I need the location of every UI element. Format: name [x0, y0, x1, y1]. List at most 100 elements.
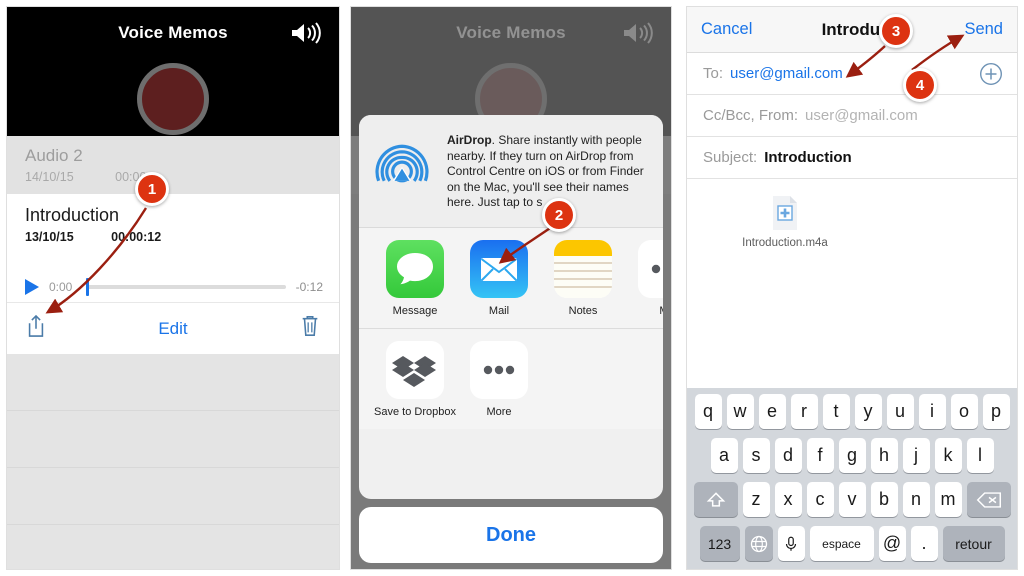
key-z[interactable]: z	[742, 482, 770, 517]
mail-attachment[interactable]: Introduction.m4a	[735, 195, 835, 249]
share-sheet: AirDrop. Share instantly with people nea…	[359, 115, 663, 563]
key-j[interactable]: j	[902, 438, 930, 473]
key-r[interactable]: r	[790, 394, 818, 429]
list-placeholder-row	[7, 411, 339, 468]
key-f[interactable]: f	[806, 438, 834, 473]
current-time: 0:00	[49, 280, 73, 294]
microphone-icon[interactable]	[777, 526, 805, 561]
return-key[interactable]: retour	[942, 526, 1005, 561]
record-button[interactable]	[137, 63, 209, 135]
ccbcc-value[interactable]: user@gmail.com	[805, 107, 918, 124]
key-g[interactable]: g	[838, 438, 866, 473]
notes-icon	[554, 239, 612, 298]
share-sheet-card: AirDrop. Share instantly with people nea…	[359, 115, 663, 499]
list-item[interactable]: Audio 2 14/10/15 00:00	[7, 136, 339, 194]
share-action-save-to-dropbox[interactable]: Save to Dropbox	[373, 340, 457, 419]
key-m[interactable]: m	[934, 482, 962, 517]
subject-value[interactable]: Introduction	[764, 149, 851, 166]
to-value[interactable]: user@gmail.com	[730, 65, 843, 82]
plus-circle-icon[interactable]	[979, 62, 1003, 86]
done-label: Done	[486, 523, 536, 546]
memo-duration: 00:00:12	[111, 230, 162, 244]
share-app-message[interactable]: Message	[373, 239, 457, 318]
audio-document-icon	[770, 195, 800, 231]
key-k[interactable]: k	[934, 438, 962, 473]
shift-icon[interactable]	[693, 482, 738, 517]
airdrop-section[interactable]: AirDrop. Share instantly with people nea…	[359, 115, 663, 228]
share-app-label: Message	[392, 304, 438, 317]
key-h[interactable]: h	[870, 438, 898, 473]
key-period[interactable]: .	[910, 526, 938, 561]
airdrop-title: AirDrop	[447, 133, 492, 147]
send-button[interactable]: Send	[964, 20, 1003, 39]
mail-icon	[470, 239, 528, 298]
done-button[interactable]: Done	[359, 507, 663, 563]
share-app-more-partial[interactable]: Mo	[625, 239, 663, 318]
remaining-time: -0:12	[295, 280, 323, 294]
key-e[interactable]: e	[758, 394, 786, 429]
space-key[interactable]: espace	[809, 526, 874, 561]
more-icon	[638, 239, 663, 298]
screenshot-stage: Voice Memos Audio 2 14/10/15 00:00 Intro…	[0, 0, 1024, 576]
memo-date: 13/10/15	[25, 230, 74, 244]
messages-icon	[386, 239, 444, 298]
share-app-label: Notes	[568, 304, 598, 317]
key-x[interactable]: x	[774, 482, 802, 517]
share-apps-row-1: Message Mail Notes	[359, 227, 663, 328]
key-s[interactable]: s	[742, 438, 770, 473]
numbers-key[interactable]: 123	[699, 526, 740, 561]
playback-scrubber[interactable]: 0:00 -0:12	[7, 272, 339, 302]
list-placeholder-row	[7, 354, 339, 411]
ccbcc-label: Cc/Bcc, From:	[703, 107, 799, 124]
mail-body-area[interactable]: Introduction.m4a	[687, 179, 1017, 279]
subject-label: Subject:	[703, 149, 758, 166]
key-a[interactable]: a	[710, 438, 738, 473]
speaker-waves-icon[interactable]	[289, 21, 323, 45]
key-q[interactable]: q	[694, 394, 722, 429]
memo-name: Introduction	[25, 205, 120, 225]
key-u[interactable]: u	[886, 394, 914, 429]
to-field-row[interactable]: To: user@gmail.com	[687, 53, 1017, 95]
dropbox-icon	[386, 340, 444, 399]
delete-icon[interactable]	[966, 482, 1011, 517]
key-b[interactable]: b	[870, 482, 898, 517]
play-icon[interactable]	[25, 279, 39, 295]
share-action-label: Save to Dropbox	[374, 405, 456, 418]
share-icon[interactable]	[25, 313, 47, 344]
keyboard-row-2: a s d f g h j k l	[690, 438, 1014, 473]
key-i[interactable]: i	[918, 394, 946, 429]
share-action-label: More	[486, 405, 512, 418]
key-o[interactable]: o	[950, 394, 978, 429]
share-app-mail[interactable]: Mail	[457, 239, 541, 318]
globe-icon[interactable]	[744, 526, 773, 561]
share-app-label: Mail	[488, 304, 510, 317]
panel-mail-compose: Cancel Introduct Send To: user@gmail.com…	[686, 6, 1018, 570]
trash-icon[interactable]	[299, 313, 321, 344]
mail-navigation-bar: Cancel Introduct Send	[687, 7, 1017, 53]
share-app-notes[interactable]: Notes	[541, 239, 625, 318]
share-action-more[interactable]: More	[457, 340, 541, 419]
key-v[interactable]: v	[838, 482, 866, 517]
key-w[interactable]: w	[726, 394, 754, 429]
edit-button[interactable]: Edit	[158, 319, 187, 339]
key-t[interactable]: t	[822, 394, 850, 429]
ccbcc-field-row[interactable]: Cc/Bcc, From: user@gmail.com	[687, 95, 1017, 137]
key-l[interactable]: l	[966, 438, 994, 473]
key-p[interactable]: p	[982, 394, 1010, 429]
memo-action-bar: Edit	[7, 302, 339, 354]
key-at[interactable]: @	[878, 526, 906, 561]
memo-name: Audio 2	[25, 146, 83, 165]
share-app-label: Mo	[625, 305, 663, 318]
scrubber-track[interactable]	[86, 278, 286, 296]
key-y[interactable]: y	[854, 394, 882, 429]
scrubber-knob[interactable]	[86, 278, 89, 296]
cancel-button[interactable]: Cancel	[701, 20, 752, 39]
share-apps-row-2: Save to Dropbox More	[359, 327, 663, 429]
key-c[interactable]: c	[806, 482, 834, 517]
subject-field-row[interactable]: Subject: Introduction	[687, 137, 1017, 179]
list-item-selected[interactable]: Introduction 13/10/15 00:00:12	[7, 194, 339, 272]
empty-list-area	[7, 354, 339, 569]
callout-badge-3: 3	[879, 14, 913, 48]
key-n[interactable]: n	[902, 482, 930, 517]
key-d[interactable]: d	[774, 438, 802, 473]
